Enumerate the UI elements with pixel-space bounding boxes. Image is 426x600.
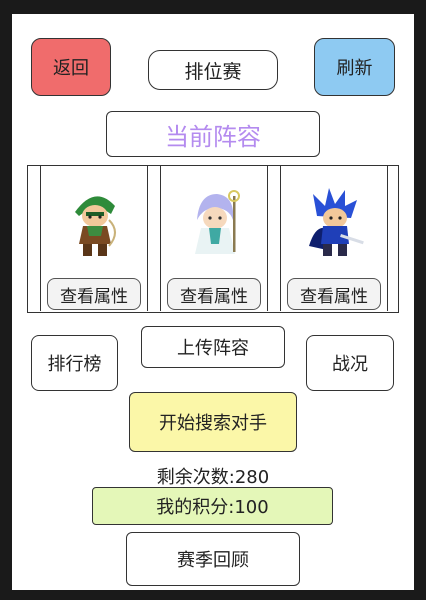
search-opponent-button[interactable]: 开始搜索对手	[129, 392, 297, 452]
view-attributes-button[interactable]: 查看属性	[287, 278, 381, 310]
refresh-button[interactable]: 刷新	[314, 38, 395, 96]
remaining-attempts: 剩余次数:280	[156, 467, 270, 488]
leaderboard-button[interactable]: 排行榜	[31, 335, 118, 391]
upload-lineup-button[interactable]: 上传阵容	[141, 326, 285, 368]
back-button[interactable]: 返回	[31, 38, 111, 96]
battle-status-button[interactable]: 战况	[306, 335, 394, 391]
green-archer-sprite	[75, 196, 116, 256]
my-score: 我的积分:100	[92, 487, 333, 525]
view-attributes-button[interactable]: 查看属性	[167, 278, 261, 310]
game-screen: 返回 排位赛 刷新 当前阵容 查看属性 查看属性 查看属性 排行榜 上传阵容 战…	[12, 14, 414, 590]
lineup-slot: 查看属性	[40, 166, 148, 311]
lineup-slot: 查看属性	[280, 166, 388, 311]
mode-title-button[interactable]: 排位赛	[148, 50, 278, 90]
lineup-slot: 查看属性	[160, 166, 268, 311]
season-review-button[interactable]: 赛季回顾	[126, 532, 300, 586]
lineup-slots: 查看属性 查看属性 查看属性	[27, 165, 399, 313]
view-attributes-button[interactable]: 查看属性	[47, 278, 141, 310]
blue-swordsman-sprite	[309, 188, 364, 256]
lineup-title: 当前阵容	[106, 111, 320, 157]
white-mage-sprite	[195, 190, 240, 254]
